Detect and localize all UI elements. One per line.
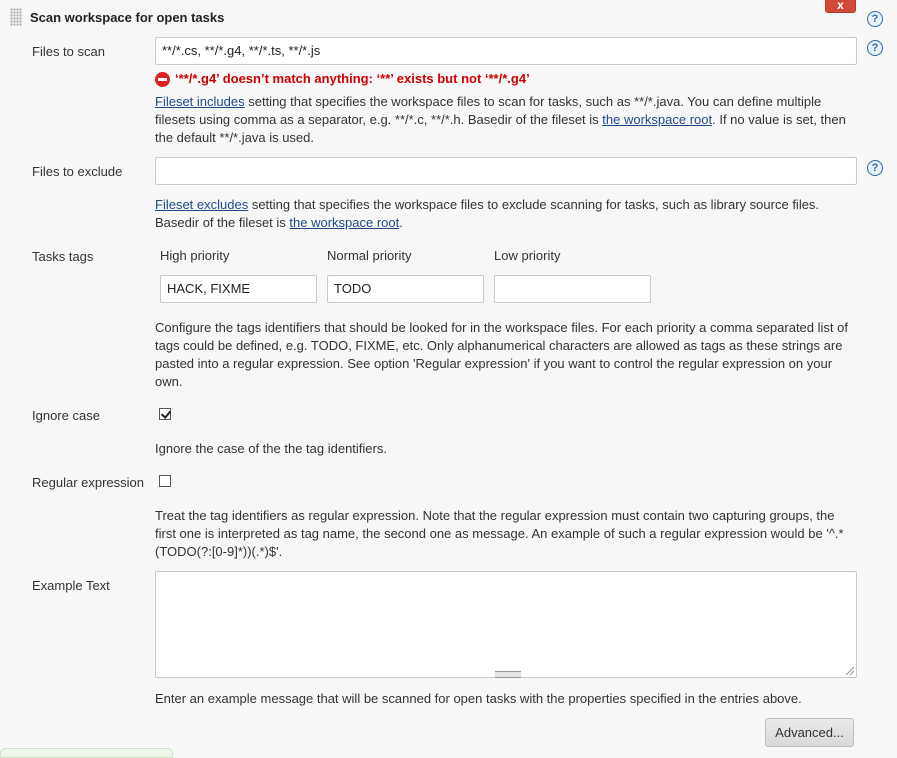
regular-expression-checkbox[interactable] [159, 475, 171, 487]
fileset-includes-link[interactable]: Fileset includes [155, 94, 245, 109]
low-priority-label: Low priority [494, 248, 561, 263]
ignore-case-label: Ignore case [32, 408, 100, 423]
files-to-exclude-desc-tail: . [399, 215, 403, 230]
files-to-exclude-help-icon[interactable]: ? [867, 160, 883, 176]
advanced-button[interactable]: Advanced... [765, 718, 854, 747]
normal-priority-input[interactable]: TODO [327, 275, 484, 303]
tasks-tags-description: Configure the tags identifiers that shou… [155, 320, 848, 389]
example-text-description: Enter an example message that will be sc… [155, 691, 802, 706]
section-title: Scan workspace for open tasks [30, 10, 225, 25]
files-to-exclude-description: Fileset excludes setting that specifies … [155, 196, 855, 232]
checkbox-checked-icon [160, 408, 172, 419]
example-text-textarea[interactable] [155, 571, 857, 678]
ignore-case-checkbox[interactable] [159, 408, 172, 420]
delete-section-button[interactable]: x [825, 0, 856, 13]
files-to-scan-help-icon[interactable]: ? [867, 40, 883, 56]
files-to-scan-error: ‘**/*.g4’ doesn’t match anything: ‘**’ e… [175, 71, 530, 86]
files-to-scan-description: Fileset includes setting that specifies … [155, 93, 855, 147]
low-priority-input[interactable] [494, 275, 651, 303]
files-to-exclude-input[interactable] [155, 157, 857, 185]
example-text-label: Example Text [32, 578, 110, 593]
fileset-excludes-link[interactable]: Fileset excludes [155, 197, 248, 212]
resize-corner-icon[interactable] [846, 667, 854, 675]
bottom-panel-tab[interactable] [0, 748, 173, 758]
drag-handle-icon[interactable] [10, 8, 22, 26]
regular-expression-description: Treat the tag identifiers as regular exp… [155, 508, 844, 559]
tasks-tags-label: Tasks tags [32, 249, 94, 264]
normal-priority-label: Normal priority [327, 248, 412, 263]
resize-grip-icon[interactable] [495, 671, 521, 678]
high-priority-label: High priority [160, 248, 230, 263]
workspace-root-link[interactable]: the workspace root [602, 112, 712, 127]
files-to-exclude-label: Files to exclude [32, 164, 123, 179]
task-scanner-panel: Scan workspace for open tasks x ? Files … [0, 0, 897, 758]
high-priority-input[interactable]: HACK, FIXME [160, 275, 317, 303]
section-help-icon[interactable]: ? [867, 11, 883, 27]
files-to-scan-label: Files to scan [32, 44, 105, 59]
error-icon [155, 72, 170, 87]
files-to-scan-input[interactable]: **/*.cs, **/*.g4, **/*.ts, **/*.js [155, 37, 857, 65]
files-to-exclude-desc-text: setting that specifies the workspace fil… [155, 197, 820, 230]
ignore-case-description: Ignore the case of the the tag identifie… [155, 441, 387, 456]
workspace-root-link-2[interactable]: the workspace root [289, 215, 399, 230]
regular-expression-label: Regular expression [32, 475, 145, 490]
